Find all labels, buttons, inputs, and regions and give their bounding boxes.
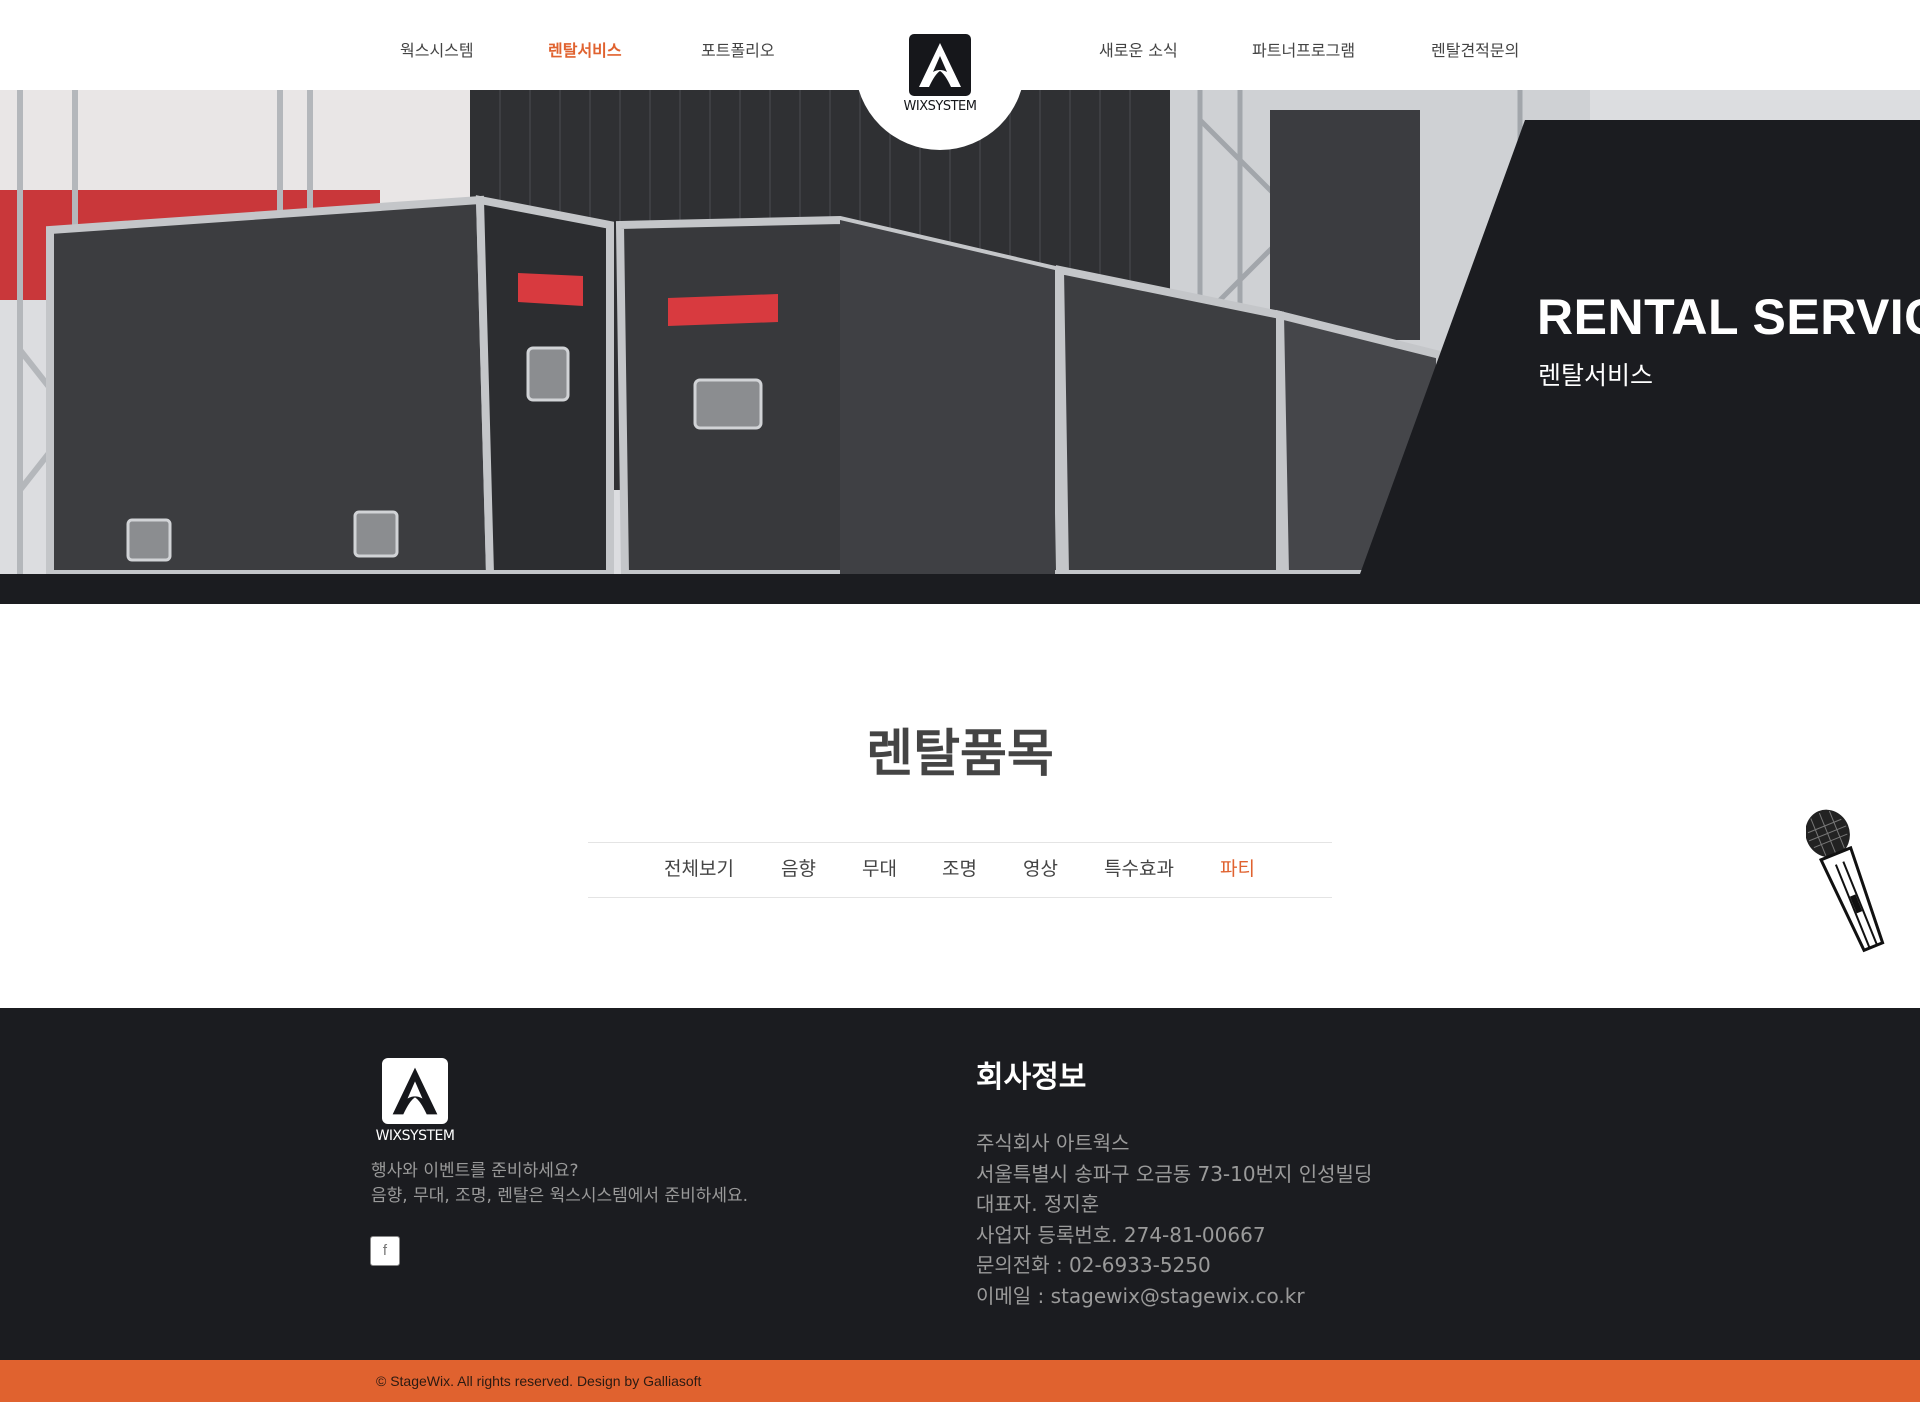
copyright-bar: © StageWix. All rights reserved. Design … xyxy=(0,1360,1920,1402)
logo-mark xyxy=(909,34,971,96)
footer-logo-a-icon xyxy=(392,1067,438,1115)
logo-a-icon xyxy=(919,43,961,87)
hero-title: RENTAL SERVICE xyxy=(1537,289,1920,345)
hero-subtitle: 렌탈서비스 xyxy=(1538,361,1654,390)
footer-desc-line-1: 행사와 이벤트를 준비하세요? xyxy=(371,1161,579,1181)
nav-item-rental-service[interactable]: 렌탈서비스 xyxy=(548,37,622,61)
hero-banner: RENTAL SERVICE 렌탈서비스 xyxy=(0,90,1920,604)
logo-text: WIXSYSTEM xyxy=(903,99,977,114)
nav-item-news[interactable]: 새로운 소식 xyxy=(1099,37,1178,61)
company-ceo: 대표자. 정지훈 xyxy=(976,1192,1100,1216)
nav-item-partner-program[interactable]: 파트너프로그램 xyxy=(1252,37,1355,61)
nav-item-portfolio[interactable]: 포트폴리오 xyxy=(701,37,775,61)
company-info-title: 회사정보 xyxy=(976,1060,1087,1095)
nav-item-rental-quote[interactable]: 렌탈견적문의 xyxy=(1431,37,1519,61)
company-email: 이메일 : stagewix@stagewix.co.kr xyxy=(976,1283,1305,1308)
facebook-icon[interactable]: f xyxy=(370,1236,400,1266)
tab-video[interactable]: 영상 xyxy=(1023,854,1058,881)
nav-item-wixsystem[interactable]: 웍스시스템 xyxy=(400,37,474,61)
tab-sound[interactable]: 음향 xyxy=(781,854,816,881)
company-info: 주식회사 아트웍스 서울특별시 송파구 오금동 73-10번지 인성빌딩 대표자… xyxy=(976,1128,1372,1311)
footer-description: 행사와 이벤트를 준비하세요? 음향, 무대, 조명, 렌탈은 웍스시스템에서 … xyxy=(371,1159,748,1209)
tab-lighting[interactable]: 조명 xyxy=(942,854,977,881)
company-phone: 문의전화 : 02-6933-5250 xyxy=(976,1253,1211,1277)
footer-desc-line-2: 음향, 무대, 조명, 렌탈은 웍스시스템에서 준비하세요. xyxy=(371,1186,749,1206)
tab-stage[interactable]: 무대 xyxy=(862,854,897,881)
tab-special-effects[interactable]: 특수효과 xyxy=(1104,854,1174,881)
footer-logo[interactable] xyxy=(382,1058,448,1124)
tab-all[interactable]: 전체보기 xyxy=(664,854,734,881)
microphone-icon xyxy=(1806,809,1885,953)
company-address: 서울특별시 송파구 오금동 73-10번지 인성빌딩 xyxy=(976,1161,1373,1186)
company-registration: 사업자 등록번호. 274-81-00667 xyxy=(976,1222,1266,1247)
footer-logo-text: WIXSYSTEM xyxy=(375,1128,455,1144)
copyright-text: © StageWix. All rights reserved. Design … xyxy=(376,1373,702,1389)
tab-party[interactable]: 파티 xyxy=(1220,854,1255,881)
company-name: 주식회사 아트웍스 xyxy=(976,1131,1130,1155)
page-title: 렌탈품목 xyxy=(866,725,1054,784)
category-tabs: 전체보기 음향 무대 조명 영상 특수효과 파티 xyxy=(588,842,1332,898)
site-footer: WIXSYSTEM 행사와 이벤트를 준비하세요? 음향, 무대, 조명, 렌탈… xyxy=(0,1008,1920,1360)
